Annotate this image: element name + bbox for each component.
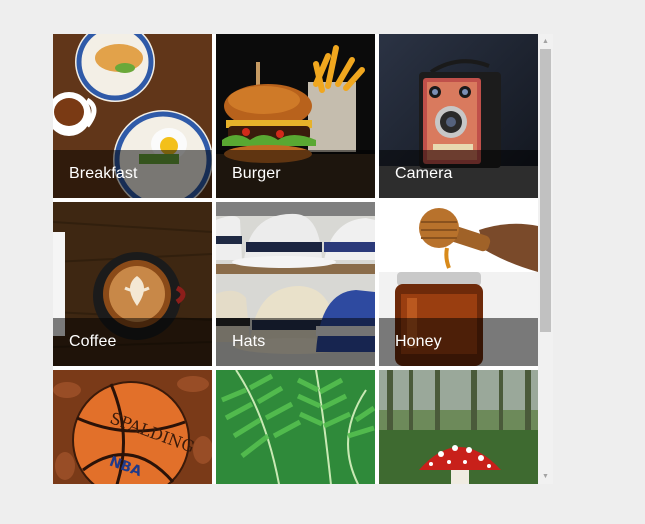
mushroom-image (379, 370, 538, 484)
tile-title: Coffee (69, 333, 117, 350)
tile-title: Honey (395, 333, 442, 350)
image-tile-fern[interactable] (216, 370, 375, 484)
image-tile-honey[interactable]: Honey (379, 202, 538, 366)
scroll-up-arrow-icon[interactable]: ▲ (538, 34, 553, 49)
image-tile-mushroom[interactable] (379, 370, 538, 484)
image-tile-breakfast[interactable]: Breakfast (53, 34, 212, 198)
scrollbar-thumb[interactable] (540, 49, 551, 332)
fern-image (216, 370, 375, 484)
scroll-down-arrow-icon[interactable]: ▼ (538, 469, 553, 484)
image-list-viewport[interactable]: Breakfast Burger Camera Coffee Hats Hone… (53, 34, 553, 484)
image-tile-burger[interactable]: Burger (216, 34, 375, 198)
basketball-image: SPALDING NBA (53, 370, 212, 484)
tile-title: Breakfast (69, 165, 138, 182)
image-tile-coffee[interactable]: Coffee (53, 202, 212, 366)
tile-title: Burger (232, 165, 281, 182)
tile-title: Camera (395, 165, 453, 182)
tile-title: Hats (232, 333, 266, 350)
vertical-scrollbar[interactable]: ▲ ▼ (538, 34, 553, 484)
image-tile-basketball[interactable]: SPALDING NBA (53, 370, 212, 484)
image-tile-hats[interactable]: Hats (216, 202, 375, 366)
image-tile-camera[interactable]: Camera (379, 34, 538, 198)
